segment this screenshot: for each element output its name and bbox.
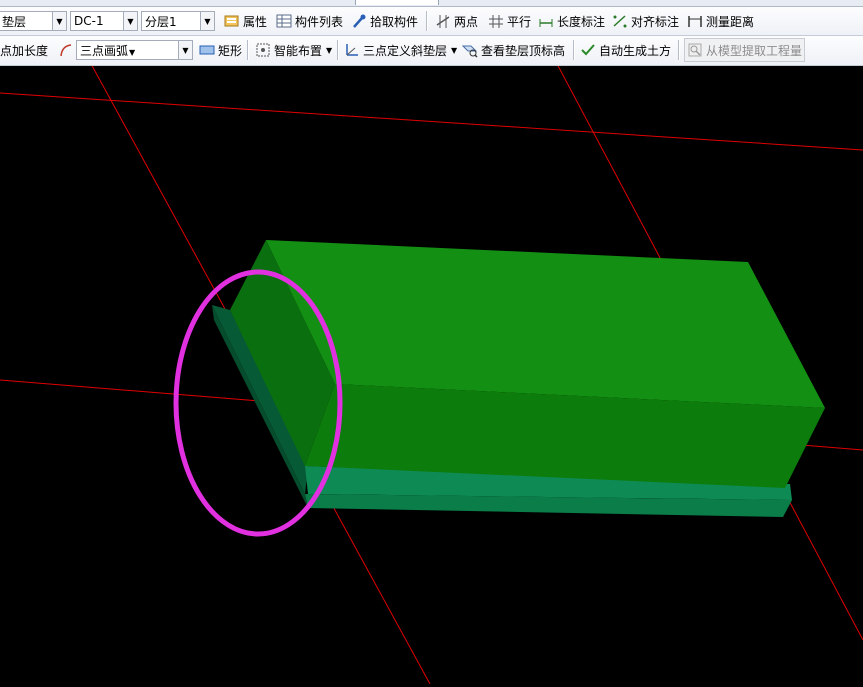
smart-layout-label: 智能布置 [274,43,323,58]
arc-mode-value: 三点画弧▼ [80,43,136,58]
properties-label: 属性 [243,14,268,29]
block-top-face [266,240,825,408]
measure-distance-button[interactable]: 测量距离 [685,7,756,35]
axis-line [0,92,863,151]
measure-distance-label: 测量距离 [706,14,755,29]
align-dim-icon [612,13,628,29]
element-list-button[interactable]: 构件列表 [274,7,345,35]
view-elevation-icon [462,42,478,58]
element-select-value: DC-1 [74,14,104,28]
extract-quantity-button[interactable]: 从模型提取工程量 [684,36,806,64]
arc-icon [58,42,74,58]
smart-layout-icon [255,42,271,58]
chevron-down-icon[interactable]: ▼ [451,46,457,55]
element-list-label: 构件列表 [295,14,344,29]
sublayer-select-value: 分层1 [145,14,177,29]
properties-icon [224,13,240,29]
list-icon [276,13,292,29]
chevron-down-icon[interactable]: ▼ [178,41,192,59]
editing-toolbar: 点加长度 三点画弧▼ ▼ 矩形 智能布置 ▼ 三点定义斜垫层 ▼ 查看垫层顶标高… [0,36,863,66]
layer-select[interactable]: 垫层 ▼ [0,11,67,31]
three-point-slope-button[interactable]: 三点定义斜垫层 ▼ [342,36,459,64]
chevron-down-icon[interactable]: ▼ [326,46,332,55]
auto-earthwork-label: 自动生成土方 [599,43,672,58]
two-points-button[interactable]: 两点 [433,7,480,35]
pick-element-label: 拾取构件 [370,14,419,29]
point-length-label: 点加长度 [0,43,49,58]
length-dim-icon [538,13,554,29]
two-points-icon [435,13,451,29]
chevron-down-icon[interactable]: ▼ [52,12,66,30]
smart-layout-button[interactable]: 智能布置 ▼ [253,36,334,64]
chevron-down-icon[interactable]: ▼ [200,12,214,30]
toolbar-separator [678,40,680,60]
length-dim-label: 长度标注 [557,14,606,29]
two-points-label: 两点 [454,14,479,29]
measure-icon [687,13,703,29]
toolbar-separator [573,40,575,60]
chevron-down-icon[interactable]: ▼ [123,12,137,30]
auto-earthwork-button[interactable]: 自动生成土方 [578,36,673,64]
parallel-button[interactable]: 平行 [486,7,533,35]
three-point-slope-label: 三点定义斜垫层 [363,43,448,58]
sublayer-select[interactable]: 分层1 ▼ [141,11,215,31]
length-dim-button[interactable]: 长度标注 [536,7,607,35]
parallel-icon [488,13,504,29]
view-top-elevation-label: 查看垫层顶标高 [481,43,566,58]
align-dim-button[interactable]: 对齐标注 [610,7,681,35]
properties-button[interactable]: 属性 [222,7,269,35]
rectangle-button[interactable]: 矩形 [197,36,244,64]
arc-mode-button[interactable] [56,36,76,64]
point-length-button[interactable]: 点加长度 [0,36,50,64]
toolbar-separator [426,11,428,31]
pick-element-button[interactable]: 拾取构件 [349,7,420,35]
parallel-label: 平行 [507,14,532,29]
view-top-elevation-button[interactable]: 查看垫层顶标高 [460,36,567,64]
window-top-strip [0,0,863,7]
active-tab-stub[interactable] [355,0,439,5]
extract-quantity-label: 从模型提取工程量 [706,43,803,58]
checkmark-icon [580,42,596,58]
rectangle-label: 矩形 [218,43,243,58]
align-dim-label: 对齐标注 [631,14,680,29]
drawing-toolbar: 垫层 ▼ DC-1 ▼ 分层1 ▼ 属性 构件列表 拾取构件 两点 平行 长度标… [0,7,863,36]
arc-mode-select[interactable]: 三点画弧▼ ▼ [76,40,193,60]
extract-icon [687,42,703,58]
layer-select-value: 垫层 [2,14,27,29]
3d-scene[interactable] [0,61,863,685]
3d-viewport[interactable] [0,61,863,685]
toolbar-separator [337,40,339,60]
element-select[interactable]: DC-1 ▼ [70,11,138,31]
rectangle-icon [199,42,215,58]
slope-icon [344,42,360,58]
eyedropper-icon [351,13,367,29]
toolbar-separator [247,40,249,60]
